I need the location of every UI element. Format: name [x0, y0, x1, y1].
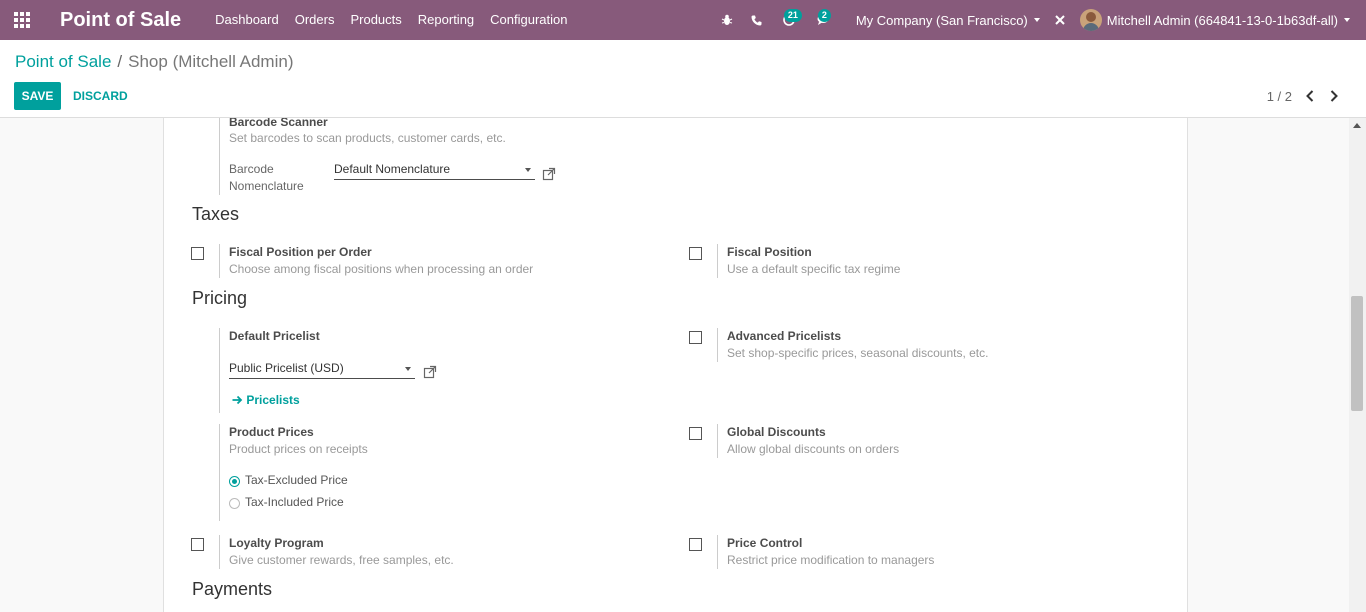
setting-divider: [717, 424, 718, 458]
fiscal-position-desc: Use a default specific tax regime: [727, 262, 901, 276]
breadcrumb-current: Shop (Mitchell Admin): [128, 52, 294, 71]
control-panel: Point of Sale / Shop (Mitchell Admin) SAVE…: [0, 40, 1366, 118]
main-menu: Dashboard Orders Products Reporting Conf…: [207, 0, 575, 40]
phone-icon[interactable]: [742, 0, 772, 40]
debug-bug-icon[interactable]: [712, 0, 742, 40]
loyalty-program-checkbox[interactable]: [191, 538, 204, 551]
company-switcher[interactable]: My Company (San Francisco): [856, 13, 1040, 28]
fiscal-position-checkbox[interactable]: [689, 247, 702, 260]
product-prices-desc: Product prices on receipts: [229, 442, 368, 456]
breadcrumb: Point of Sale / Shop (Mitchell Admin): [15, 52, 293, 72]
menu-configuration[interactable]: Configuration: [482, 0, 575, 40]
global-discounts-checkbox[interactable]: [689, 427, 702, 440]
pager: 1 / 2: [1267, 86, 1346, 106]
tools-close-icon[interactable]: [1040, 0, 1080, 40]
page-scrollbar[interactable]: [1349, 118, 1366, 612]
default-pricelist-select[interactable]: Public Pricelist (USD): [229, 359, 415, 379]
fiscal-position-per-order-desc: Choose among fiscal positions when proce…: [229, 262, 534, 276]
menu-orders[interactable]: Orders: [287, 0, 343, 40]
global-discounts-desc: Allow global discounts on orders: [727, 442, 900, 456]
pager-value[interactable]: 1 / 2: [1267, 89, 1292, 104]
avatar: [1079, 9, 1102, 31]
loyalty-program-title: Loyalty Program: [229, 536, 324, 550]
fiscal-position-per-order-checkbox[interactable]: [191, 247, 204, 260]
setting-divider: [717, 244, 718, 278]
setting-divider: [219, 424, 220, 521]
settings-sheet: Barcode Scanner Set barcodes to scan pro…: [163, 118, 1188, 612]
setting-divider: [717, 535, 718, 569]
taxes-section-title: Taxes: [192, 204, 240, 224]
chevron-down-icon: [525, 168, 531, 172]
setting-divider: [219, 328, 220, 413]
discard-button[interactable]: DISCARD: [73, 82, 128, 110]
menu-reporting[interactable]: Reporting: [410, 0, 482, 40]
app-brand[interactable]: Point of Sale: [60, 9, 181, 32]
chevron-left-icon[interactable]: [1298, 86, 1322, 106]
menu-dashboard[interactable]: Dashboard: [207, 0, 287, 40]
advanced-pricelists-checkbox[interactable]: [689, 331, 702, 344]
default-pricelist-value: Public Pricelist (USD): [229, 361, 344, 375]
apps-grid-icon: [14, 12, 30, 28]
tax-included-label[interactable]: Tax-Included Price: [245, 495, 344, 509]
loyalty-program-desc: Give customer rewards, free samples, etc…: [229, 553, 454, 567]
user-menu[interactable]: Mitchell Admin (664841-13-0-1b63df-all): [1079, 9, 1350, 31]
chevron-down-icon: [1344, 18, 1350, 22]
price-control-desc: Restrict price modification to managers: [727, 553, 935, 567]
arrow-right-icon: [232, 395, 243, 405]
company-name: My Company (San Francisco): [855, 12, 1028, 28]
advanced-pricelists-title: Advanced Pricelists: [727, 329, 842, 343]
menu-products[interactable]: Products: [342, 0, 409, 40]
external-link-icon[interactable]: [542, 167, 556, 181]
setting-divider: [219, 118, 220, 195]
tax-excluded-radio[interactable]: [229, 476, 240, 487]
activity-count-badge: 21: [783, 9, 802, 22]
pricelists-link[interactable]: Pricelists: [232, 393, 300, 407]
barcode-scanner-desc: Set barcodes to scan products, customer …: [229, 131, 506, 145]
tax-included-radio[interactable]: [229, 498, 240, 509]
apps-menu-button[interactable]: [0, 0, 44, 40]
pricing-section-title: Pricing: [192, 288, 248, 308]
advanced-pricelists-desc: Set shop-specific prices, seasonal disco…: [727, 346, 989, 360]
fiscal-position-per-order-title: Fiscal Position per Order: [229, 245, 372, 259]
barcode-scanner-title: Barcode Scanner: [229, 118, 328, 129]
setting-divider: [219, 244, 220, 278]
chevron-down-icon: [405, 367, 411, 371]
scroll-thumb[interactable]: [1351, 296, 1363, 411]
barcode-nomenclature-select[interactable]: Default Nomenclature: [334, 160, 535, 180]
price-control-checkbox[interactable]: [689, 538, 702, 551]
payments-section-title: Payments: [192, 579, 273, 599]
breadcrumb-parent[interactable]: Point of Sale: [15, 52, 111, 71]
global-discounts-title: Global Discounts: [727, 425, 826, 439]
barcode-nomenclature-label: Barcode Nomenclature: [229, 162, 304, 193]
product-prices-title: Product Prices: [229, 425, 314, 439]
save-button[interactable]: SAVE: [14, 82, 61, 110]
barcode-nomenclature-value: Default Nomenclature: [334, 162, 451, 176]
chevron-right-icon[interactable]: [1322, 86, 1346, 106]
setting-divider: [219, 535, 220, 569]
user-name: Mitchell Admin (664841-13-0-1b63df-all): [1106, 12, 1338, 28]
default-pricelist-title: Default Pricelist: [229, 329, 320, 343]
tax-excluded-label[interactable]: Tax-Excluded Price: [245, 473, 348, 487]
message-count-badge: 2: [817, 9, 831, 22]
systray: 21 2 My Company (San Francisco) Mitchell…: [712, 0, 1366, 40]
scroll-up-arrow-icon[interactable]: [1353, 123, 1361, 128]
pricelists-link-label: Pricelists: [246, 393, 300, 407]
breadcrumb-separator: /: [117, 52, 123, 71]
setting-divider: [717, 328, 718, 362]
activity-clock-icon[interactable]: 21: [772, 0, 806, 40]
top-navbar: Point of Sale Dashboard Orders Products …: [0, 0, 1366, 40]
price-control-title: Price Control: [727, 536, 803, 550]
fiscal-position-title: Fiscal Position: [727, 245, 812, 259]
external-link-icon[interactable]: [423, 365, 437, 379]
messages-chat-icon[interactable]: 2: [806, 0, 842, 40]
